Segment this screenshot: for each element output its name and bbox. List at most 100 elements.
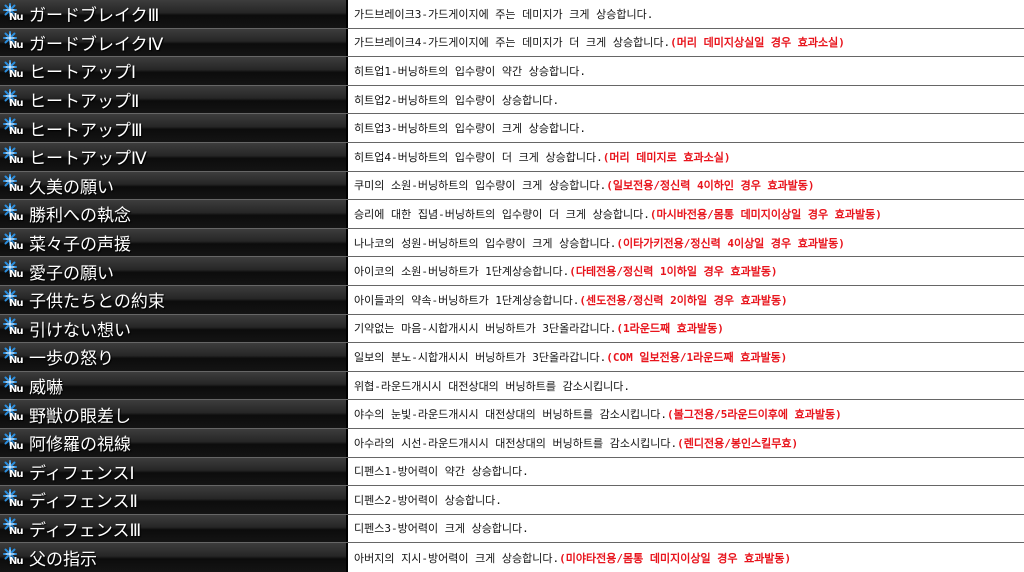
skill-note: (머리 데미지상실일 경우 효과소실) <box>670 36 845 50</box>
skill-name: 勝利への執念 <box>29 206 131 227</box>
nu-icon-label: Nu <box>9 68 23 80</box>
skill-description-cell: 디펜스1-방어력이 약간 상승합니다. <box>348 457 1024 486</box>
nu-icon-label: Nu <box>9 354 23 366</box>
skill-description-cell: 아버지의 지시-방어력이 크게 상승합니다. (미야타전용/몸통 데미지이상일 경… <box>348 543 1024 572</box>
nu-icon-label: Nu <box>9 497 23 509</box>
skill-name-cell: Nu ディフェンスⅡ <box>0 486 348 514</box>
nu-icon-label: Nu <box>9 183 23 195</box>
skill-name: 愛子の願い <box>29 263 114 284</box>
skill-name: ガードブレイクⅣ <box>29 34 164 55</box>
skill-note: (이타가키전용/정신력 4이상일 경우 효과발동) <box>616 236 845 250</box>
skill-name: ヒートアップⅢ <box>29 120 143 141</box>
skill-row: Nu ディフェンスⅠ 디펜스1-방어력이 약간 상승합니다. <box>0 457 1024 487</box>
skill-description-cell: 기약없는 마음-시합개시시 버닝하트가 3단올라갑니다. (1라운드째 효과발동) <box>348 314 1024 343</box>
nu-skill-icon: Nu <box>3 117 25 139</box>
skill-description: 히트업2-버닝하트의 입수량이 상승합니다. <box>354 93 560 107</box>
skill-description: 히트업1-버닝하트의 입수량이 약간 상승합니다. <box>354 64 587 78</box>
nu-icon-label: Nu <box>9 555 23 567</box>
skill-row: Nu 愛子の願い 아이코의 소원-버닝하트가 1단계상승합니다. (다테전용/정신… <box>0 257 1024 286</box>
skill-description: 아이코의 소원-버닝하트가 1단계상승합니다. <box>354 265 570 279</box>
skill-row: Nu 威嚇 위협-라운드개시시 대전상대의 버닝하트를 감소시킵니다. <box>0 371 1024 401</box>
skill-name: 久美の願い <box>29 177 114 198</box>
nu-icon-label: Nu <box>9 154 23 166</box>
skill-name: ガードブレイクⅢ <box>29 6 160 27</box>
skill-description-cell: 가드브레이크3-가드게이지에 주는 데미지가 크게 상승합니다. <box>348 0 1024 28</box>
skill-row: Nu 勝利への執念 승리에 대한 집념-버닝하트의 입수량이 더 크게 상승합니… <box>0 200 1024 229</box>
nu-icon-label: Nu <box>9 383 23 395</box>
skill-name: 阿修羅の視線 <box>29 435 131 456</box>
skill-name: 子供たちとの約束 <box>29 292 165 313</box>
nu-skill-icon: Nu <box>3 202 25 225</box>
nu-skill-icon: Nu <box>3 374 25 397</box>
skill-note: (마시바전용/몸통 데미지이상일 경우 효과발동) <box>649 207 882 221</box>
skill-name-cell: Nu 久美の願い <box>0 171 348 200</box>
skill-row: Nu 父の指示 아버지의 지시-방어력이 크게 상승합니다. (미야타전용/몸통 … <box>0 543 1024 572</box>
skill-name-cell: Nu 引けない想い <box>0 314 348 343</box>
skill-row: Nu ヒートアップⅡ 히트업2-버닝하트의 입수량이 상승합니다. <box>0 85 1024 115</box>
skill-row: Nu ディフェンスⅢ 디펜스3-방어력이 크게 상승합니다. <box>0 514 1024 544</box>
skill-name: 威嚇 <box>29 378 63 399</box>
skill-name-cell: Nu ディフェンスⅠ <box>0 457 348 486</box>
skill-description-cell: 아수라의 시선-라운드개시시 대전상대의 버닝하트를 감소시킵니다. (렌디전용/… <box>348 428 1024 457</box>
skill-row: Nu 久美の願い 쿠미의 소원-버닝하트의 입수량이 크게 상승합니다. (일보전… <box>0 171 1024 201</box>
skill-name-cell: Nu ディフェンスⅢ <box>0 514 348 543</box>
skill-note: (다테전용/정신력 1이하일 경우 효과발동) <box>569 265 778 279</box>
skill-description-cell: 디펜스3-방어력이 크게 상승합니다. <box>348 514 1024 543</box>
nu-icon-label: Nu <box>9 526 23 538</box>
skill-description: 일보의 분노-시합개시시 버닝하트가 3단올라갑니다. <box>354 350 607 364</box>
nu-skill-icon: Nu <box>3 488 25 511</box>
skill-description: 가드브레이크3-가드게이지에 주는 데미지가 크게 상승합니다. <box>354 7 654 21</box>
skill-description-cell: 히트업4-버닝하트의 입수량이 더 크게 상승합니다. (머리 데미지로 효과소실… <box>348 142 1024 171</box>
skill-row: Nu 野獣の眼差し 야수의 눈빛-라운드개시시 대전상대의 버닝하트를 감소시킵… <box>0 400 1024 429</box>
nu-icon-label: Nu <box>9 297 23 309</box>
nu-skill-icon: Nu <box>3 231 25 254</box>
skill-name-cell: Nu ヒートアップⅣ <box>0 142 348 171</box>
nu-icon-label: Nu <box>9 97 23 109</box>
skill-name: ヒートアップⅡ <box>29 92 140 113</box>
skill-note: (볼그전용/5라운드이후에 효과발동) <box>666 408 842 422</box>
nu-icon-label: Nu <box>9 126 23 138</box>
skill-note: (머리 데미지로 효과소실) <box>602 150 731 164</box>
skill-description: 히트업4-버닝하트의 입수량이 더 크게 상승합니다. <box>354 150 603 164</box>
nu-skill-icon: Nu <box>3 403 25 425</box>
nu-skill-icon: Nu <box>3 345 25 368</box>
nu-icon-label: Nu <box>9 40 23 52</box>
nu-skill-icon: Nu <box>3 88 25 111</box>
skill-name: 父の指示 <box>29 550 97 571</box>
nu-skill-icon: Nu <box>3 31 25 53</box>
skill-name-cell: Nu 威嚇 <box>0 371 348 400</box>
skill-name: ディフェンスⅡ <box>29 492 138 513</box>
skill-description-cell: 디펜스2-방어력이 상승합니다. <box>348 486 1024 514</box>
skill-description: 승리에 대한 집념-버닝하트의 입수량이 더 크게 상승합니다. <box>354 207 650 221</box>
skill-row: Nu 子供たちとの約束 아이들과의 약속-버닝하트가 1단계상승합니다. (센도전… <box>0 285 1024 315</box>
skill-description-cell: 히트업1-버닝하트의 입수량이 약간 상승합니다. <box>348 57 1024 85</box>
skill-description-cell: 쿠미의 소원-버닝하트의 입수량이 크게 상승합니다. (일보전용/정신력 4이하… <box>348 171 1024 200</box>
skill-row: Nu ガードブレイクⅣ 가드브레이크4-가드게이지에 주는 데미지가 더 크게 … <box>0 28 1024 58</box>
skill-note: (미야타전용/몸통 데미지이상일 경우 효과발동) <box>559 551 792 565</box>
nu-skill-icon: Nu <box>3 145 25 168</box>
skill-name: ディフェンスⅠ <box>29 463 135 484</box>
skill-description-cell: 아이코의 소원-버닝하트가 1단계상승합니다. (다테전용/정신력 1이하일 경우… <box>348 257 1024 285</box>
skill-description: 쿠미의 소원-버닝하트의 입수량이 크게 상승합니다. <box>354 179 607 193</box>
skill-description-cell: 야수의 눈빛-라운드개시시 대전상대의 버닝하트를 감소시킵니다. (볼그전용/5… <box>348 400 1024 428</box>
skill-name-cell: Nu 勝利への執念 <box>0 200 348 228</box>
skill-description: 디펜스3-방어력이 크게 상승합니다. <box>354 522 529 536</box>
skill-description: 위협-라운드개시시 대전상대의 버닝하트를 감소시킵니다. <box>354 379 630 393</box>
skill-note: (COM 일보전용/1라운드째 효과발동) <box>606 350 788 364</box>
skill-description: 기약없는 마음-시합개시시 버닝하트가 3단올라갑니다. <box>354 322 617 336</box>
skill-description: 디펜스2-방어력이 상승합니다. <box>354 493 502 507</box>
nu-icon-label: Nu <box>9 11 23 23</box>
skill-description-cell: 일보의 분노-시합개시시 버닝하트가 3단올라갑니다. (COM 일보전용/1라운… <box>348 343 1024 371</box>
nu-icon-label: Nu <box>9 326 23 338</box>
nu-skill-icon: Nu <box>3 431 25 454</box>
nu-icon-label: Nu <box>9 269 23 281</box>
skill-name-cell: Nu 野獣の眼差し <box>0 400 348 428</box>
skill-note: (일보전용/정신력 4이하인 경우 효과발동) <box>606 179 815 193</box>
nu-icon-label: Nu <box>9 240 23 252</box>
nu-skill-icon: Nu <box>3 546 25 569</box>
skill-name: 引けない想い <box>29 320 131 341</box>
skill-description: 아이들과의 약속-버닝하트가 1단계상승합니다. <box>354 293 580 307</box>
skill-description-cell: 히트업3-버닝하트의 입수량이 크게 상승합니다. <box>348 114 1024 142</box>
skill-description: 야수의 눈빛-라운드개시시 대전상대의 버닝하트를 감소시킵니다. <box>354 408 667 422</box>
skill-description: 아버지의 지시-방어력이 크게 상승합니다. <box>354 551 560 565</box>
